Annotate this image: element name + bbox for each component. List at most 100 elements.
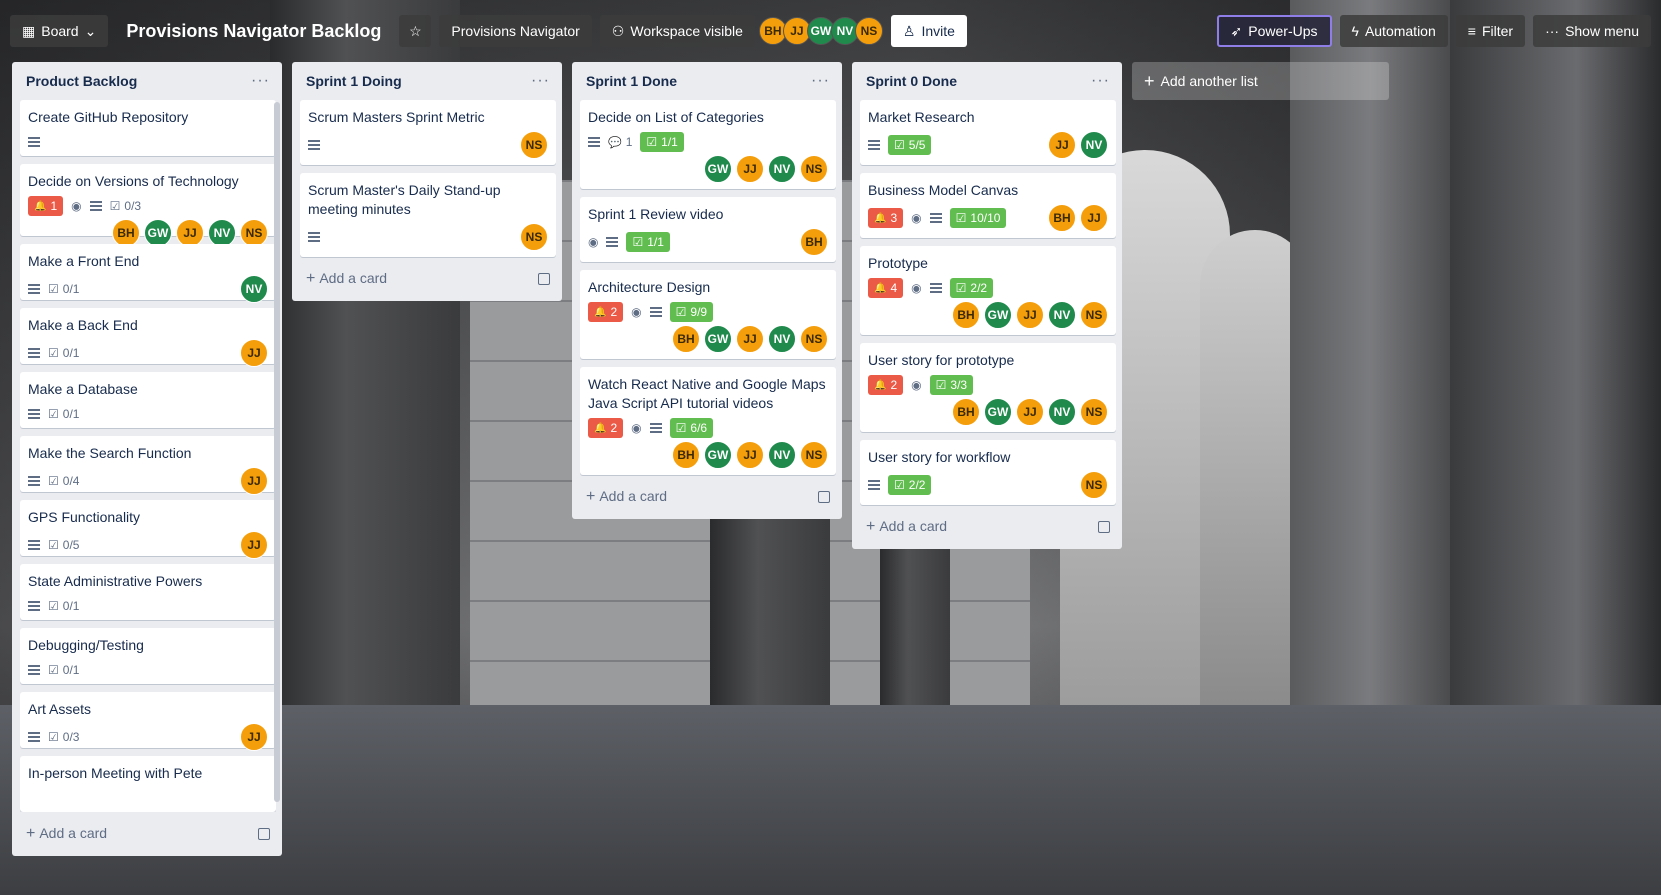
list-title[interactable]: Sprint 1 Doing — [306, 73, 402, 89]
card[interactable]: Market Research ☑ 5/5 JJ NV — [860, 100, 1116, 165]
avatar[interactable]: NS — [520, 223, 548, 251]
avatar[interactable]: JJ — [736, 155, 764, 183]
avatar[interactable]: GW — [144, 219, 172, 247]
add-card-button[interactable]: + Add a card — [580, 481, 836, 513]
avatar[interactable]: JJ — [1016, 398, 1044, 426]
template-icon[interactable] — [258, 828, 270, 840]
board-title[interactable]: Provisions Navigator Backlog — [116, 21, 391, 42]
show-menu-button[interactable]: ··· Show menu — [1533, 15, 1651, 47]
avatar[interactable]: NV — [768, 155, 796, 183]
avatar[interactable]: NV — [240, 275, 268, 303]
star-button[interactable]: ☆ — [399, 15, 432, 47]
avatar[interactable]: BH — [952, 301, 980, 329]
avatar[interactable]: JJ — [240, 531, 268, 559]
avatar[interactable]: BH — [1048, 204, 1076, 232]
avatar[interactable]: JJ — [1080, 204, 1108, 232]
avatar[interactable]: NS — [240, 219, 268, 247]
card[interactable]: Watch React Native and Google Maps Java … — [580, 367, 836, 475]
card[interactable]: Make the Search Function ☑ 0/4 JJ — [20, 436, 276, 495]
card[interactable]: Scrum Master's Daily Stand-up meeting mi… — [300, 173, 556, 257]
avatar[interactable]: NS — [800, 441, 828, 469]
board-switcher-button[interactable]: ▦ Board ⌄ — [10, 15, 109, 47]
avatar[interactable]: NV — [1048, 398, 1076, 426]
plus-icon: + — [1144, 70, 1155, 91]
card[interactable]: State Administrative Powers ☑ 0/1 — [20, 564, 276, 620]
card[interactable]: Scrum Masters Sprint Metric NS — [300, 100, 556, 165]
avatar[interactable]: JJ — [240, 339, 268, 367]
scrollbar[interactable] — [274, 102, 280, 802]
add-card-label-wrap: + Add a card — [586, 488, 667, 506]
card[interactable]: User story for workflow ☑ 2/2 NS — [860, 440, 1116, 505]
template-icon[interactable] — [1098, 521, 1110, 533]
card[interactable]: Architecture Design 🔔 2 ◉ ☑ 9/9 BH GW JJ NV NS — [580, 270, 836, 359]
checkbox-icon: ☑ — [894, 478, 905, 492]
avatar[interactable]: GW — [704, 441, 732, 469]
card[interactable]: Art Assets ☑ 0/3 JJ — [20, 692, 276, 751]
avatar[interactable]: BH — [672, 325, 700, 353]
card[interactable]: Decide on Versions of Technology 🔔 1 ◉ ☑ 0/3 B… — [20, 164, 276, 247]
card[interactable]: Make a Front End ☑ 0/1 NV — [20, 244, 276, 303]
filter-button[interactable]: ≡ Filter — [1455, 15, 1526, 47]
add-card-button[interactable]: + Add a card — [20, 818, 276, 850]
card-footer: ☑ 5/5 JJ NV — [868, 131, 1108, 159]
card[interactable]: GPS Functionality ☑ 0/5 JJ — [20, 500, 276, 559]
visibility-button[interactable]: ⚇ Workspace visible — [599, 15, 755, 47]
avatar[interactable]: JJ — [176, 219, 204, 247]
avatar[interactable]: JJ — [1048, 131, 1076, 159]
avatar[interactable]: GW — [984, 301, 1012, 329]
avatar[interactable]: GW — [704, 325, 732, 353]
power-ups-button[interactable]: ➶ Power-Ups — [1216, 15, 1332, 47]
list-menu-icon[interactable]: ··· — [251, 72, 270, 90]
avatar[interactable]: NV — [208, 219, 236, 247]
avatar[interactable]: JJ — [240, 467, 268, 495]
card[interactable]: Debugging/Testing ☑ 0/1 — [20, 628, 276, 684]
avatar[interactable]: NS — [854, 17, 883, 45]
avatar[interactable]: JJ — [736, 441, 764, 469]
avatar[interactable]: JJ — [1016, 301, 1044, 329]
avatar[interactable]: BH — [112, 219, 140, 247]
invite-button[interactable]: ♙ Invite — [890, 15, 967, 47]
card[interactable]: Prototype 🔔 4 ◉ ☑ 2/2 BH GW JJ NV NS — [860, 246, 1116, 335]
card[interactable]: In-person Meeting with Pete — [20, 756, 276, 812]
avatar[interactable]: GW — [704, 155, 732, 183]
add-card-button[interactable]: + Add a card — [860, 511, 1116, 543]
avatar[interactable]: GW — [984, 398, 1012, 426]
card[interactable]: Make a Database ☑ 0/1 — [20, 372, 276, 428]
avatar[interactable]: NS — [1080, 398, 1108, 426]
avatar[interactable]: NS — [1080, 471, 1108, 499]
avatar[interactable]: NV — [768, 441, 796, 469]
list-menu-icon[interactable]: ··· — [811, 72, 830, 90]
card[interactable]: Decide on List of Categories 💬 1 ☑ 1/1 GW JJ NV… — [580, 100, 836, 189]
list-menu-icon[interactable]: ··· — [531, 72, 550, 90]
avatar[interactable]: BH — [952, 398, 980, 426]
card[interactable]: Sprint 1 Review video ◉ ☑ 1/1 BH — [580, 197, 836, 262]
card[interactable]: Business Model Canvas 🔔 3 ◉ ☑ 10/10 BH JJ — [860, 173, 1116, 238]
avatar[interactable]: JJ — [736, 325, 764, 353]
list-menu-icon[interactable]: ··· — [1091, 72, 1110, 90]
list-title[interactable]: Sprint 1 Done — [586, 73, 677, 89]
card[interactable]: User story for prototype 🔔 2 ◉ ☑ 3/3 BH GW JJ NV N… — [860, 343, 1116, 432]
template-icon[interactable] — [818, 491, 830, 503]
avatar[interactable]: JJ — [240, 723, 268, 751]
avatar[interactable]: NV — [1048, 301, 1076, 329]
card-members: BH GW JJ NV NS — [868, 301, 1108, 329]
list-title[interactable]: Product Backlog — [26, 73, 137, 89]
list-title[interactable]: Sprint 0 Done — [866, 73, 957, 89]
avatar[interactable]: NS — [520, 131, 548, 159]
add-card-button[interactable]: + Add a card — [300, 263, 556, 295]
avatar[interactable]: NS — [1080, 301, 1108, 329]
template-icon[interactable] — [538, 273, 550, 285]
avatar[interactable]: NS — [800, 325, 828, 353]
avatar[interactable]: BH — [800, 228, 828, 256]
card[interactable]: Create GitHub Repository — [20, 100, 276, 156]
avatar[interactable]: NV — [1080, 131, 1108, 159]
badge-text: 0/1 — [62, 407, 80, 421]
avatar[interactable]: BH — [672, 441, 700, 469]
avatar[interactable]: NS — [800, 155, 828, 183]
add-list-button[interactable]: + Add another list — [1132, 62, 1389, 100]
avatar[interactable]: NV — [768, 325, 796, 353]
workspace-button[interactable]: Provisions Navigator — [439, 15, 592, 47]
card[interactable]: Make a Back End ☑ 0/1 JJ — [20, 308, 276, 367]
notification-count: 2 — [890, 378, 898, 392]
automation-button[interactable]: ϟ Automation — [1339, 15, 1448, 47]
